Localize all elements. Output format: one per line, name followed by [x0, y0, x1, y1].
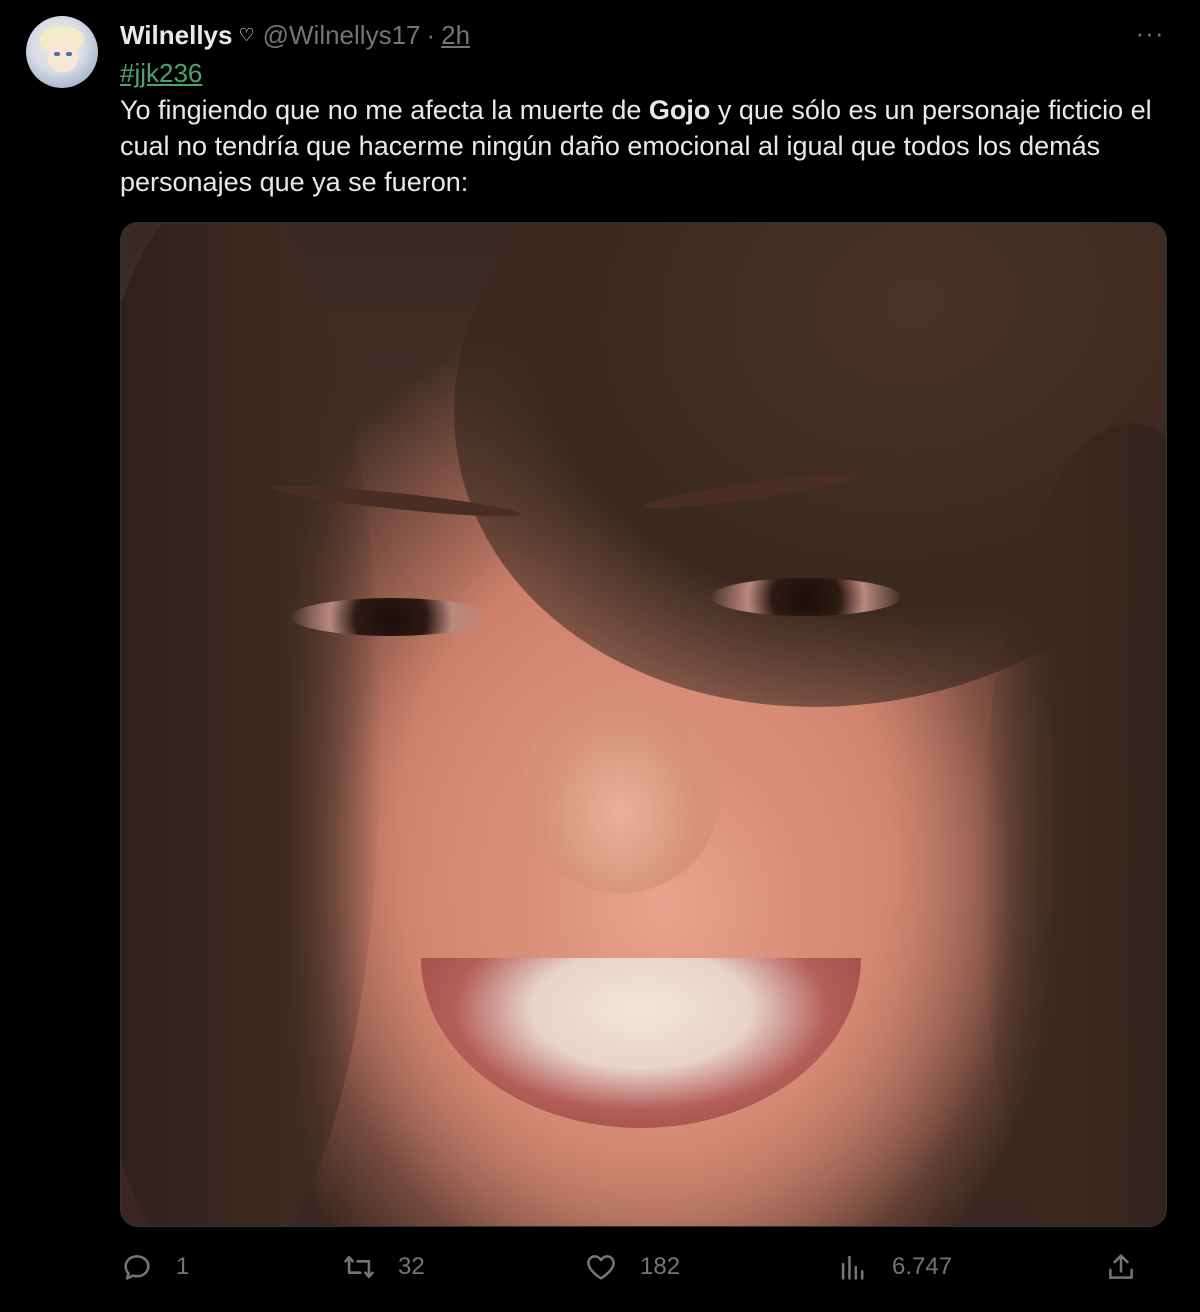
tweet-header: Wilnellys ♡ @Wilnellys17 · 2h: [120, 18, 470, 52]
tweet[interactable]: Wilnellys ♡ @Wilnellys17 · 2h ··· #jjk23…: [0, 0, 1200, 1312]
avatar-eye: [66, 52, 72, 56]
retweet-icon: [344, 1255, 374, 1279]
photo-mouth: [421, 958, 861, 1128]
display-name[interactable]: Wilnellys: [120, 20, 232, 51]
photo-eye: [291, 598, 491, 636]
share-button[interactable]: [1104, 1250, 1160, 1284]
reply-button[interactable]: 1: [120, 1250, 189, 1284]
avatar[interactable]: [26, 16, 98, 88]
avatar-face: [48, 40, 78, 72]
hashtag-link[interactable]: #jjk236: [120, 58, 202, 89]
share-icon: [1109, 1254, 1133, 1279]
separator: ·: [426, 19, 436, 50]
retweet-button[interactable]: 32: [342, 1250, 425, 1284]
views-count: 6.747: [892, 1253, 953, 1280]
retweet-count: 32: [398, 1253, 425, 1280]
photo-nose: [521, 693, 721, 893]
more-options-button[interactable]: ···: [1130, 18, 1170, 48]
tweet-text: Yo fingiendo que no me afecta la muerte …: [120, 92, 1170, 200]
like-button[interactable]: 182: [584, 1250, 680, 1284]
reply-icon: [124, 1255, 150, 1280]
bar-chart-icon: [841, 1255, 864, 1280]
photo-hair-left: [121, 223, 381, 1226]
action-bar: 1 32 182 6.747: [0, 1240, 1200, 1296]
tweet-text-part: Yo fingiendo que no me afecta la muerte …: [120, 95, 649, 125]
tweet-photo[interactable]: [120, 222, 1167, 1227]
timestamp[interactable]: 2h: [441, 20, 470, 51]
heart-icon: [587, 1255, 615, 1280]
reply-count: 1: [176, 1253, 190, 1280]
photo-eye: [711, 578, 901, 616]
heart-outline-icon: ♡: [238, 24, 255, 45]
views-button[interactable]: 6.747: [836, 1250, 952, 1284]
like-count: 182: [640, 1253, 681, 1280]
user-handle[interactable]: @Wilnellys17: [263, 20, 421, 51]
tweet-text-bold: Gojo: [648, 95, 711, 125]
avatar-eye: [54, 52, 60, 56]
